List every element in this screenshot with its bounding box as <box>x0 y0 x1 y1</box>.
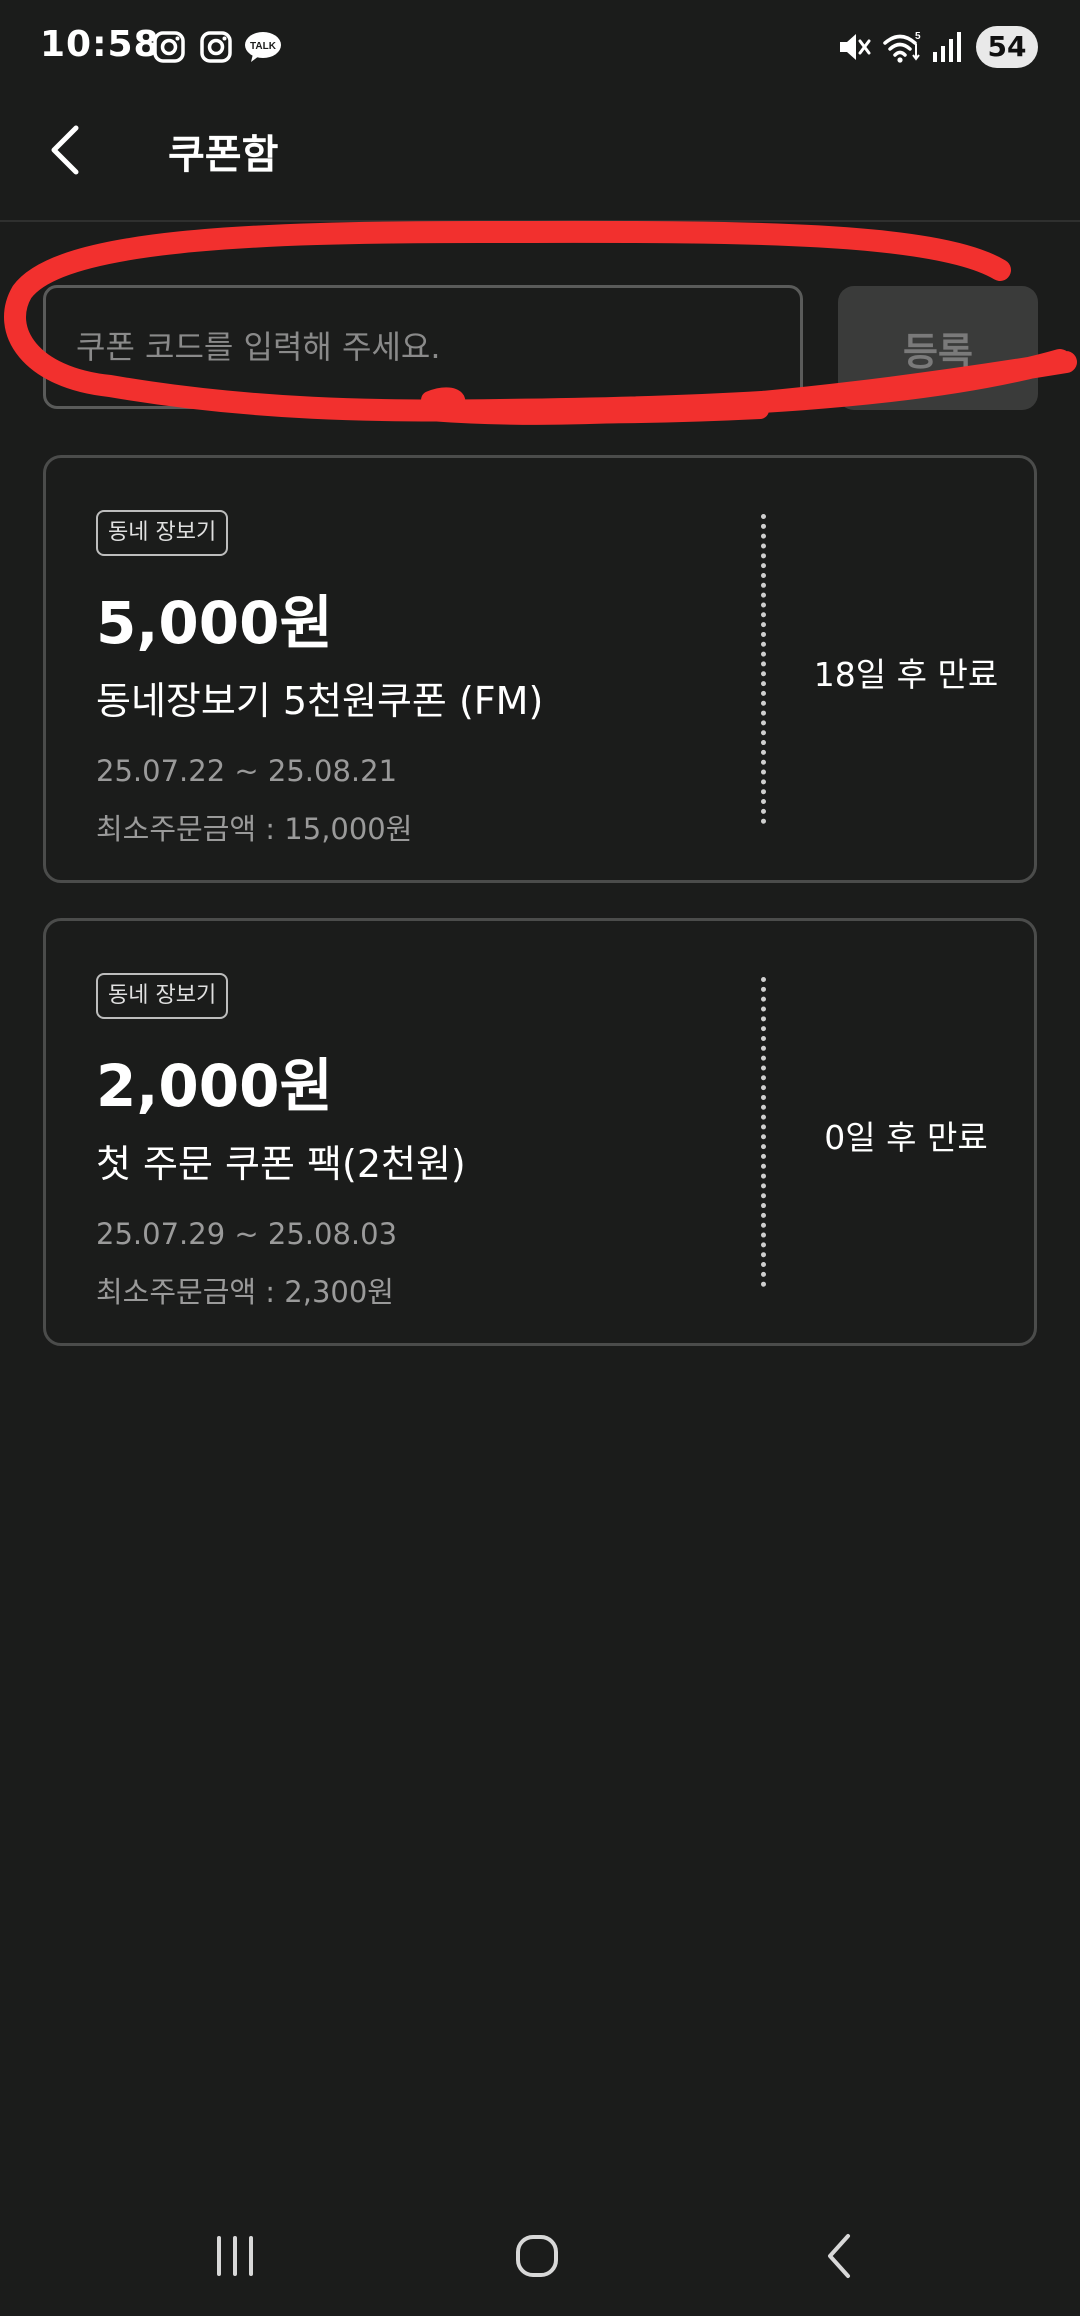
coupon-divider <box>761 514 766 824</box>
wifi-icon: 5 <box>883 31 921 63</box>
signal-icon <box>933 32 961 62</box>
page-title: 쿠폰함 <box>168 132 279 178</box>
back-button[interactable] <box>36 118 100 182</box>
coupon-expiry: 18일 후 만료 <box>813 655 999 694</box>
coupon-amount: 2,000원 <box>96 1052 333 1120</box>
coupon-expiry: 0일 후 만료 <box>824 1118 988 1157</box>
svg-text:5: 5 <box>915 31 921 42</box>
recent-apps-icon[interactable] <box>195 2224 275 2288</box>
coupon-code-input[interactable] <box>43 285 803 409</box>
chevron-left-icon <box>51 125 79 175</box>
header: 쿠폰함 <box>0 96 1080 222</box>
kakaotalk-icon: TALK <box>245 32 281 62</box>
coupon-category-tag: 동네 장보기 <box>96 973 229 1019</box>
coupon-validity-period: 25.07.29 ~ 25.08.03 <box>96 1217 398 1251</box>
coupon-amount: 5,000원 <box>96 589 333 657</box>
kakaotalk-label: TALK <box>250 41 277 52</box>
coupon-card[interactable]: 동네 장보기 2,000원 첫 주문 쿠폰 팩(2천원) 25.07.29 ~ … <box>43 918 1037 1346</box>
coupon-minimum-order: 최소주문금액 : 15,000원 <box>96 812 413 846</box>
coupon-card[interactable]: 동네 장보기 5,000원 동네장보기 5천원쿠폰 (FM) 25.07.22 … <box>43 455 1037 883</box>
coupon-category-tag: 동네 장보기 <box>96 510 229 556</box>
status-bar: 10:58 TALK 5 54 <box>0 0 1080 96</box>
instagram-icon <box>153 31 185 63</box>
system-nav-bar <box>0 2196 1080 2316</box>
coupon-name: 첫 주문 쿠폰 팩(2천원) <box>96 1142 466 1186</box>
back-icon[interactable] <box>800 2224 880 2288</box>
status-time: 10:58 <box>40 24 160 65</box>
coupon-validity-period: 25.07.22 ~ 25.08.21 <box>96 754 398 788</box>
home-icon[interactable] <box>497 2224 577 2288</box>
coupon-name: 동네장보기 5천원쿠폰 (FM) <box>96 679 544 723</box>
mute-icon <box>840 34 871 60</box>
battery-indicator: 54 <box>976 26 1038 68</box>
register-button[interactable]: 등록 <box>838 286 1038 410</box>
coupon-divider <box>761 977 766 1287</box>
coupon-minimum-order: 최소주문금액 : 2,300원 <box>96 1275 394 1309</box>
instagram-icon <box>200 31 232 63</box>
